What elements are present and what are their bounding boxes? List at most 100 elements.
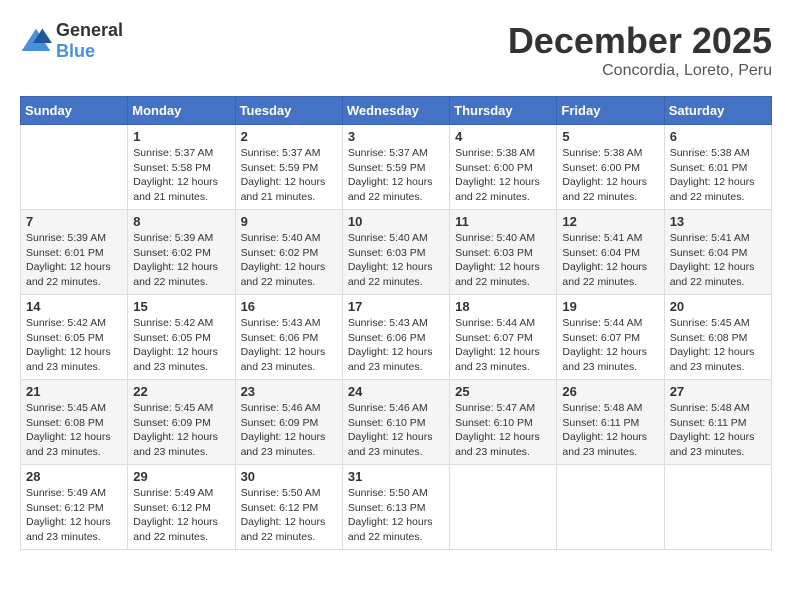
calendar-week-row: 1Sunrise: 5:37 AM Sunset: 5:58 PM Daylig… [21, 125, 772, 210]
day-info: Sunrise: 5:37 AM Sunset: 5:58 PM Dayligh… [133, 146, 229, 205]
day-number: 20 [670, 299, 766, 314]
day-number: 18 [455, 299, 551, 314]
calendar-cell: 3Sunrise: 5:37 AM Sunset: 5:59 PM Daylig… [342, 125, 449, 210]
day-info: Sunrise: 5:50 AM Sunset: 6:13 PM Dayligh… [348, 486, 444, 545]
day-info: Sunrise: 5:45 AM Sunset: 6:08 PM Dayligh… [670, 316, 766, 375]
calendar-cell [664, 465, 771, 550]
day-number: 17 [348, 299, 444, 314]
day-number: 23 [241, 384, 337, 399]
day-number: 11 [455, 214, 551, 229]
calendar-cell: 9 Sunrise: 5:40 AM Sunset: 6:02 PM Daylig… [235, 210, 342, 295]
day-number: 30 [241, 469, 337, 484]
logo-text: General Blue [56, 20, 123, 62]
calendar-cell: 1Sunrise: 5:37 AM Sunset: 5:58 PM Daylig… [128, 125, 235, 210]
calendar-cell: 2 Sunrise: 5:37 AM Sunset: 5:59 PM Daylig… [235, 125, 342, 210]
day-number: 26 [562, 384, 658, 399]
day-info: Sunrise: 5:46 AM Sunset: 6:10 PM Dayligh… [348, 401, 444, 460]
calendar-week-row: 14 Sunrise: 5:42 AM Sunset: 6:05 PM Dayli… [21, 295, 772, 380]
calendar-cell: 15 Sunrise: 5:42 AM Sunset: 6:05 PM Dayli… [128, 295, 235, 380]
day-info: Sunrise: 5:43 AM Sunset: 6:06 PM Dayligh… [348, 316, 444, 375]
day-number: 2 [241, 129, 337, 144]
day-info: Sunrise: 5:38 AM Sunset: 6:01 PM Dayligh… [670, 146, 766, 205]
day-number: 5 [562, 129, 658, 144]
day-info: Sunrise: 5:39 AM Sunset: 6:02 PM Dayligh… [133, 231, 229, 290]
day-number: 8 [133, 214, 229, 229]
calendar-cell: 29 Sunrise: 5:49 AM Sunset: 6:12 PM Dayli… [128, 465, 235, 550]
logo-general: General [56, 20, 123, 40]
day-info: Sunrise: 5:48 AM Sunset: 6:11 PM Dayligh… [670, 401, 766, 460]
day-number: 27 [670, 384, 766, 399]
day-number: 9 [241, 214, 337, 229]
day-number: 15 [133, 299, 229, 314]
day-number: 31 [348, 469, 444, 484]
day-info: Sunrise: 5:46 AM Sunset: 6:09 PM Dayligh… [241, 401, 337, 460]
calendar-cell: 30 Sunrise: 5:50 AM Sunset: 6:12 PM Dayli… [235, 465, 342, 550]
day-info: Sunrise: 5:38 AM Sunset: 6:00 PM Dayligh… [455, 146, 551, 205]
day-number: 21 [26, 384, 122, 399]
calendar-cell: 16 Sunrise: 5:43 AM Sunset: 6:06 PM Dayli… [235, 295, 342, 380]
calendar-cell: 26Sunrise: 5:48 AM Sunset: 6:11 PM Dayli… [557, 380, 664, 465]
calendar-cell: 7 Sunrise: 5:39 AM Sunset: 6:01 PM Daylig… [21, 210, 128, 295]
day-info: Sunrise: 5:49 AM Sunset: 6:12 PM Dayligh… [133, 486, 229, 545]
calendar-header-row: SundayMondayTuesdayWednesdayThursdayFrid… [21, 97, 772, 125]
calendar-cell [21, 125, 128, 210]
calendar-cell: 20 Sunrise: 5:45 AM Sunset: 6:08 PM Dayli… [664, 295, 771, 380]
day-number: 19 [562, 299, 658, 314]
calendar-cell: 8 Sunrise: 5:39 AM Sunset: 6:02 PM Daylig… [128, 210, 235, 295]
logo: General Blue [20, 20, 123, 62]
day-info: Sunrise: 5:38 AM Sunset: 6:00 PM Dayligh… [562, 146, 658, 205]
day-number: 13 [670, 214, 766, 229]
logo-blue: Blue [56, 41, 95, 61]
day-number: 4 [455, 129, 551, 144]
calendar-cell: 31 Sunrise: 5:50 AM Sunset: 6:13 PM Dayli… [342, 465, 449, 550]
weekday-header: Saturday [664, 97, 771, 125]
calendar-cell: 28 Sunrise: 5:49 AM Sunset: 6:12 PM Dayli… [21, 465, 128, 550]
day-info: Sunrise: 5:39 AM Sunset: 6:01 PM Dayligh… [26, 231, 122, 290]
day-number: 12 [562, 214, 658, 229]
title-area: December 2025 Concordia, Loreto, Peru [508, 20, 772, 80]
calendar-cell: 13 Sunrise: 5:41 AM Sunset: 6:04 PM Dayli… [664, 210, 771, 295]
day-info: Sunrise: 5:49 AM Sunset: 6:12 PM Dayligh… [26, 486, 122, 545]
day-number: 24 [348, 384, 444, 399]
month-title: December 2025 [508, 20, 772, 62]
calendar-cell: 4 Sunrise: 5:38 AM Sunset: 6:00 PM Daylig… [450, 125, 557, 210]
day-info: Sunrise: 5:47 AM Sunset: 6:10 PM Dayligh… [455, 401, 551, 460]
weekday-header: Monday [128, 97, 235, 125]
weekday-header: Friday [557, 97, 664, 125]
day-number: 25 [455, 384, 551, 399]
weekday-header: Wednesday [342, 97, 449, 125]
calendar-cell: 5 Sunrise: 5:38 AM Sunset: 6:00 PM Daylig… [557, 125, 664, 210]
calendar-week-row: 28 Sunrise: 5:49 AM Sunset: 6:12 PM Dayli… [21, 465, 772, 550]
day-info: Sunrise: 5:50 AM Sunset: 6:12 PM Dayligh… [241, 486, 337, 545]
calendar-cell: 17 Sunrise: 5:43 AM Sunset: 6:06 PM Dayli… [342, 295, 449, 380]
weekday-header: Thursday [450, 97, 557, 125]
weekday-header: Tuesday [235, 97, 342, 125]
day-number: 7 [26, 214, 122, 229]
day-info: Sunrise: 5:42 AM Sunset: 6:05 PM Dayligh… [133, 316, 229, 375]
calendar-cell [450, 465, 557, 550]
day-number: 16 [241, 299, 337, 314]
day-info: Sunrise: 5:45 AM Sunset: 6:08 PM Dayligh… [26, 401, 122, 460]
day-info: Sunrise: 5:43 AM Sunset: 6:06 PM Dayligh… [241, 316, 337, 375]
location-title: Concordia, Loreto, Peru [508, 62, 772, 80]
day-number: 28 [26, 469, 122, 484]
day-number: 3 [348, 129, 444, 144]
calendar-cell: 23 Sunrise: 5:46 AM Sunset: 6:09 PM Dayli… [235, 380, 342, 465]
calendar-week-row: 21 Sunrise: 5:45 AM Sunset: 6:08 PM Dayli… [21, 380, 772, 465]
day-number: 14 [26, 299, 122, 314]
calendar-cell: 25 Sunrise: 5:47 AM Sunset: 6:10 PM Dayli… [450, 380, 557, 465]
day-info: Sunrise: 5:41 AM Sunset: 6:04 PM Dayligh… [562, 231, 658, 290]
calendar-cell: 12 Sunrise: 5:41 AM Sunset: 6:04 PM Dayli… [557, 210, 664, 295]
calendar-cell: 11Sunrise: 5:40 AM Sunset: 6:03 PM Dayli… [450, 210, 557, 295]
logo-icon [20, 27, 52, 55]
day-info: Sunrise: 5:40 AM Sunset: 6:03 PM Dayligh… [348, 231, 444, 290]
day-number: 29 [133, 469, 229, 484]
day-info: Sunrise: 5:37 AM Sunset: 5:59 PM Dayligh… [241, 146, 337, 205]
calendar-cell [557, 465, 664, 550]
day-info: Sunrise: 5:41 AM Sunset: 6:04 PM Dayligh… [670, 231, 766, 290]
calendar-cell: 24 Sunrise: 5:46 AM Sunset: 6:10 PM Dayli… [342, 380, 449, 465]
day-number: 10 [348, 214, 444, 229]
calendar-cell: 10 Sunrise: 5:40 AM Sunset: 6:03 PM Dayli… [342, 210, 449, 295]
day-info: Sunrise: 5:44 AM Sunset: 6:07 PM Dayligh… [455, 316, 551, 375]
day-info: Sunrise: 5:40 AM Sunset: 6:02 PM Dayligh… [241, 231, 337, 290]
